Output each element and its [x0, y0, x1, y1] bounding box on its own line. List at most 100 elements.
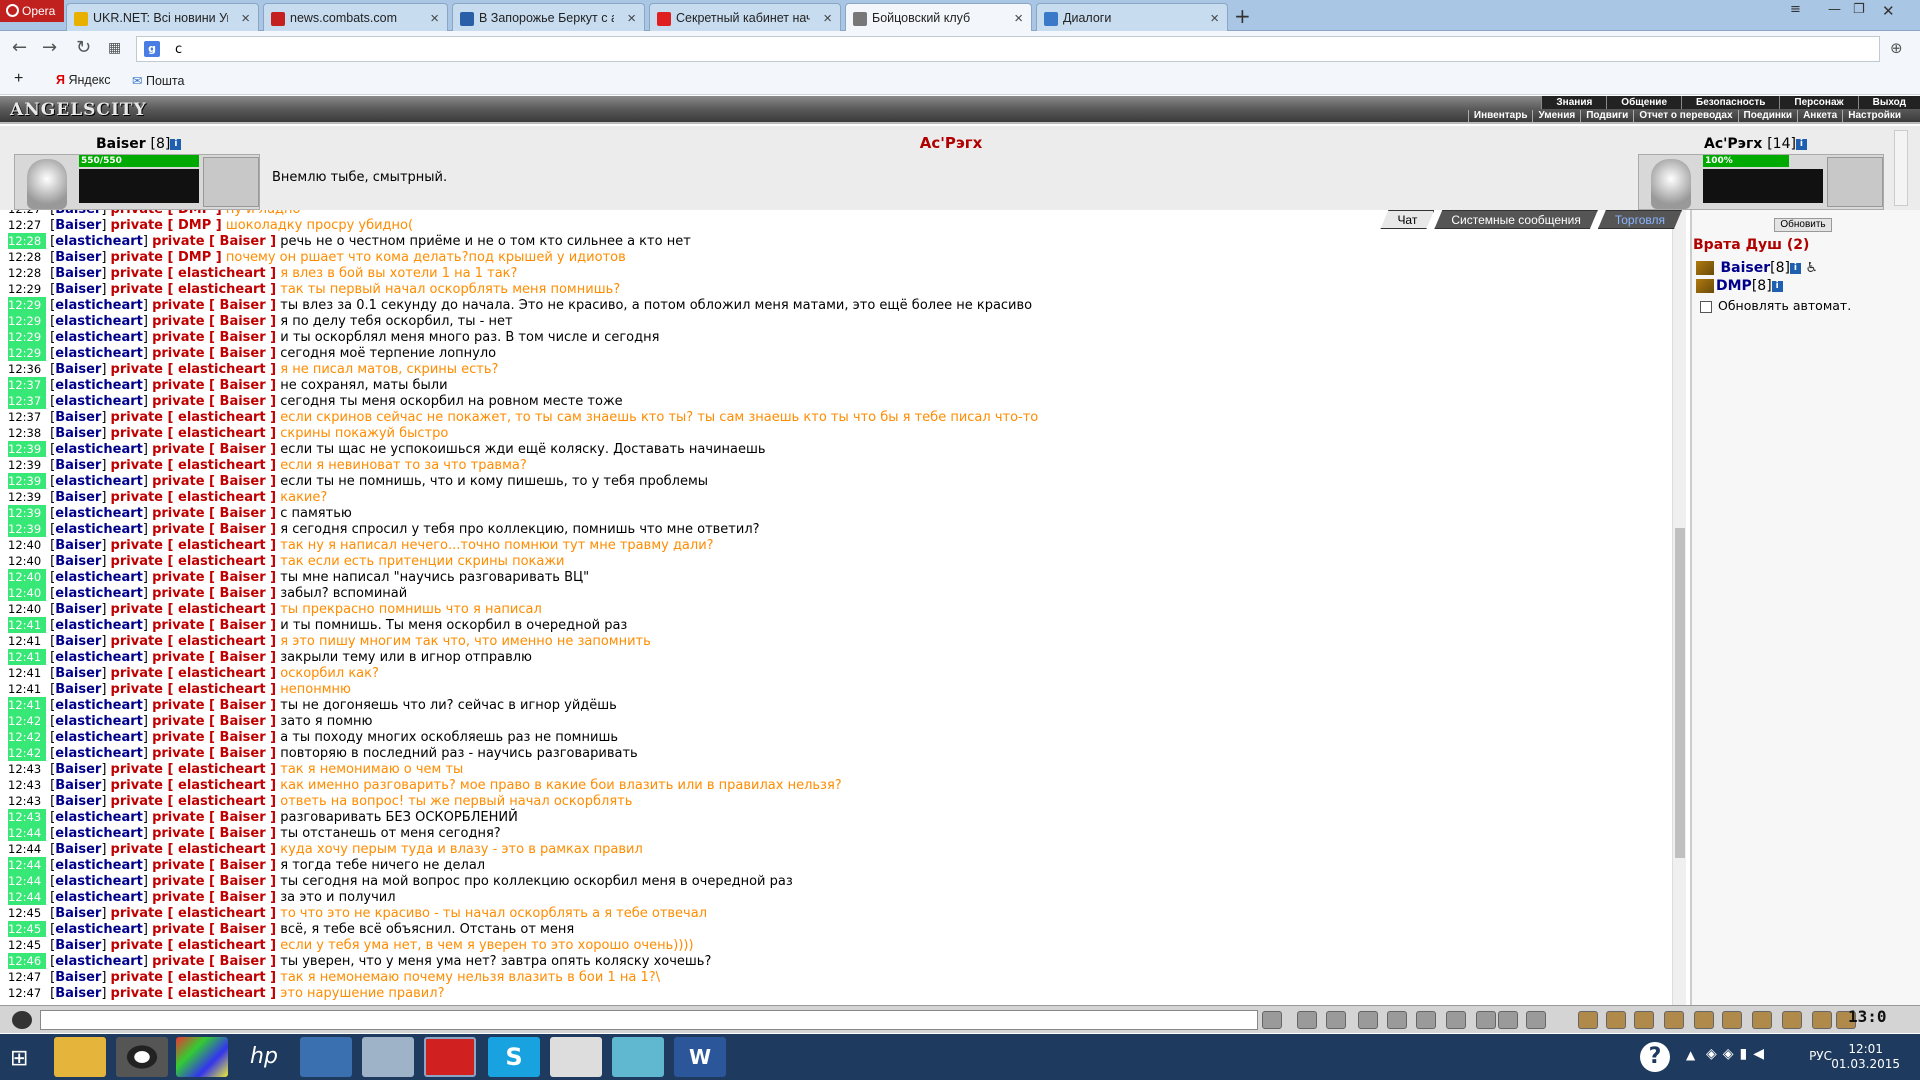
chat-time[interactable]: 12:42	[8, 713, 46, 729]
chat-private-tag[interactable]: private [ Baiser ]	[152, 858, 276, 873]
chat-recipient[interactable]: Baiser	[220, 874, 266, 889]
chat-recipient[interactable]: DMP	[178, 210, 211, 217]
chat-time[interactable]: 12:27	[8, 210, 46, 217]
chat-recipient[interactable]: elasticheart	[178, 794, 266, 809]
chat-sender[interactable]: Baiser	[55, 250, 101, 265]
chat-time[interactable]: 12:29	[8, 297, 46, 313]
chat-sender[interactable]: elasticheart	[55, 330, 143, 345]
chat-recipient[interactable]: Baiser	[220, 746, 266, 761]
game-menu-item[interactable]: Персонаж	[1779, 96, 1858, 109]
tray-expand-icon[interactable]: ▲	[1686, 1048, 1695, 1062]
chat-time[interactable]: 12:41	[8, 649, 46, 665]
chat-recipient[interactable]: elasticheart	[178, 490, 266, 505]
chat-recipient[interactable]: elasticheart	[178, 362, 266, 377]
speed-dial-icon[interactable]: ▦	[108, 40, 121, 56]
bookmark-yandex[interactable]: Я Яндекс	[56, 73, 111, 87]
chat-private-tag[interactable]: private [ elasticheart ]	[111, 410, 277, 425]
chat-private-tag[interactable]: private [ elasticheart ]	[111, 490, 277, 505]
close-tab-icon[interactable]: ×	[1210, 10, 1219, 27]
chat-sender[interactable]: Baiser	[55, 666, 101, 681]
chat-time[interactable]: 12:41	[8, 665, 46, 681]
chat-sender[interactable]: Baiser	[55, 842, 101, 857]
smiley-icon[interactable]	[12, 1011, 32, 1029]
chat-time[interactable]: 12:43	[8, 793, 46, 809]
chat-recipient[interactable]: elasticheart	[178, 410, 266, 425]
translit-icon[interactable]	[1416, 1011, 1436, 1029]
chat-time[interactable]: 12:44	[8, 825, 46, 841]
chat-time[interactable]: 12:27	[8, 217, 46, 233]
word-icon[interactable]: W	[674, 1037, 726, 1077]
auto-refresh-toggle[interactable]: Обновлять автомат.	[1700, 298, 1851, 313]
chat-private-tag[interactable]: private [ Baiser ]	[152, 618, 276, 633]
chat-recipient[interactable]: elasticheart	[178, 906, 266, 921]
chat-time[interactable]: 12:40	[8, 553, 46, 569]
chat-time[interactable]: 12:37	[8, 393, 46, 409]
chat-recipient[interactable]: Baiser	[220, 506, 266, 521]
chat-time[interactable]: 12:44	[8, 857, 46, 873]
chat-private-tag[interactable]: private [ elasticheart ]	[111, 362, 277, 377]
chat-time[interactable]: 12:45	[8, 937, 46, 953]
browser-tab[interactable]: UKR.NET: Всі новини Укр ×	[66, 3, 259, 31]
chat-sender[interactable]: elasticheart	[55, 858, 143, 873]
chat-sender[interactable]: Baiser	[55, 634, 101, 649]
chat-sender[interactable]: Baiser	[55, 986, 101, 1001]
chat-recipient[interactable]: Baiser	[220, 234, 266, 249]
chat-sender[interactable]: elasticheart	[55, 442, 143, 457]
chat-private-tag[interactable]: private [ elasticheart ]	[111, 282, 277, 297]
close-tab-icon[interactable]: ×	[1014, 10, 1023, 27]
chat-recipient[interactable]: Baiser	[220, 698, 266, 713]
chat-sender[interactable]: elasticheart	[55, 618, 143, 633]
chat-recipient[interactable]: elasticheart	[178, 762, 266, 777]
chat-recipient[interactable]: Baiser	[220, 346, 266, 361]
chat-sender[interactable]: Baiser	[55, 282, 101, 297]
chat-time[interactable]: 12:29	[8, 329, 46, 345]
chat-recipient[interactable]: Baiser	[220, 954, 266, 969]
game-menu-item[interactable]: Общение	[1606, 96, 1681, 109]
chat-sender[interactable]: elasticheart	[55, 650, 143, 665]
chat-private-tag[interactable]: private [ Baiser ]	[152, 650, 276, 665]
chat-time[interactable]: 12:44	[8, 873, 46, 889]
chat-recipient[interactable]: elasticheart	[178, 682, 266, 697]
member-baiser[interactable]: Baiser[8] i ♿	[1696, 260, 1818, 276]
address-input[interactable]: gc	[136, 36, 1880, 62]
chat-recipient[interactable]: elasticheart	[178, 602, 266, 617]
browser-tab[interactable]: Секретный кабинет нача ×	[649, 3, 841, 31]
chat-private-tag[interactable]: private [ elasticheart ]	[111, 458, 277, 473]
chat-private-tag[interactable]: private [ Baiser ]	[152, 890, 276, 905]
opera-menu-button[interactable]: Opera	[0, 0, 64, 22]
chat-recipient[interactable]: Baiser	[220, 618, 266, 633]
chat-recipient[interactable]: Baiser	[220, 394, 266, 409]
eraser-icon[interactable]	[1297, 1011, 1317, 1029]
chat-sender[interactable]: Baiser	[55, 362, 101, 377]
chat-sender[interactable]: elasticheart	[55, 474, 143, 489]
chat-scroll-thumb[interactable]	[1675, 528, 1685, 858]
hp-icon[interactable]: hp	[238, 1037, 290, 1077]
potion-icon[interactable]	[1606, 1011, 1626, 1029]
chat-sender[interactable]: Baiser	[55, 906, 101, 921]
chat-time[interactable]: 12:45	[8, 905, 46, 921]
chat-private-tag[interactable]: private [ Baiser ]	[152, 234, 276, 249]
chat-recipient[interactable]: elasticheart	[178, 778, 266, 793]
amulet-icon[interactable]	[1722, 1011, 1742, 1029]
download-icon[interactable]: ⊕	[1890, 39, 1903, 57]
close-tab-icon[interactable]: ×	[241, 10, 250, 27]
chat-recipient[interactable]: elasticheart	[178, 842, 266, 857]
chat-private-tag[interactable]: private [ elasticheart ]	[111, 794, 277, 809]
chat-private-tag[interactable]: private [ Baiser ]	[152, 378, 276, 393]
chat-sender[interactable]: elasticheart	[55, 298, 143, 313]
chat-private-tag[interactable]: private [ elasticheart ]	[111, 762, 277, 777]
explorer-icon[interactable]	[54, 1037, 106, 1077]
chat-sender[interactable]: elasticheart	[55, 586, 143, 601]
game-submenu-item[interactable]: Настройки	[1842, 110, 1906, 122]
sword-icon[interactable]	[1578, 1011, 1598, 1029]
chat-time[interactable]: 12:39	[8, 521, 46, 537]
chat-time[interactable]: 12:29	[8, 281, 46, 297]
chat-private-tag[interactable]: private [ Baiser ]	[152, 506, 276, 521]
chat-private-tag[interactable]: private [ elasticheart ]	[111, 538, 277, 553]
chat-time[interactable]: 12:40	[8, 569, 46, 585]
chat-sender[interactable]: elasticheart	[55, 378, 143, 393]
chat-time[interactable]: 12:43	[8, 761, 46, 777]
chat-time[interactable]: 12:47	[8, 969, 46, 985]
chat-private-tag[interactable]: private [ elasticheart ]	[111, 602, 277, 617]
chat-time[interactable]: 12:41	[8, 617, 46, 633]
